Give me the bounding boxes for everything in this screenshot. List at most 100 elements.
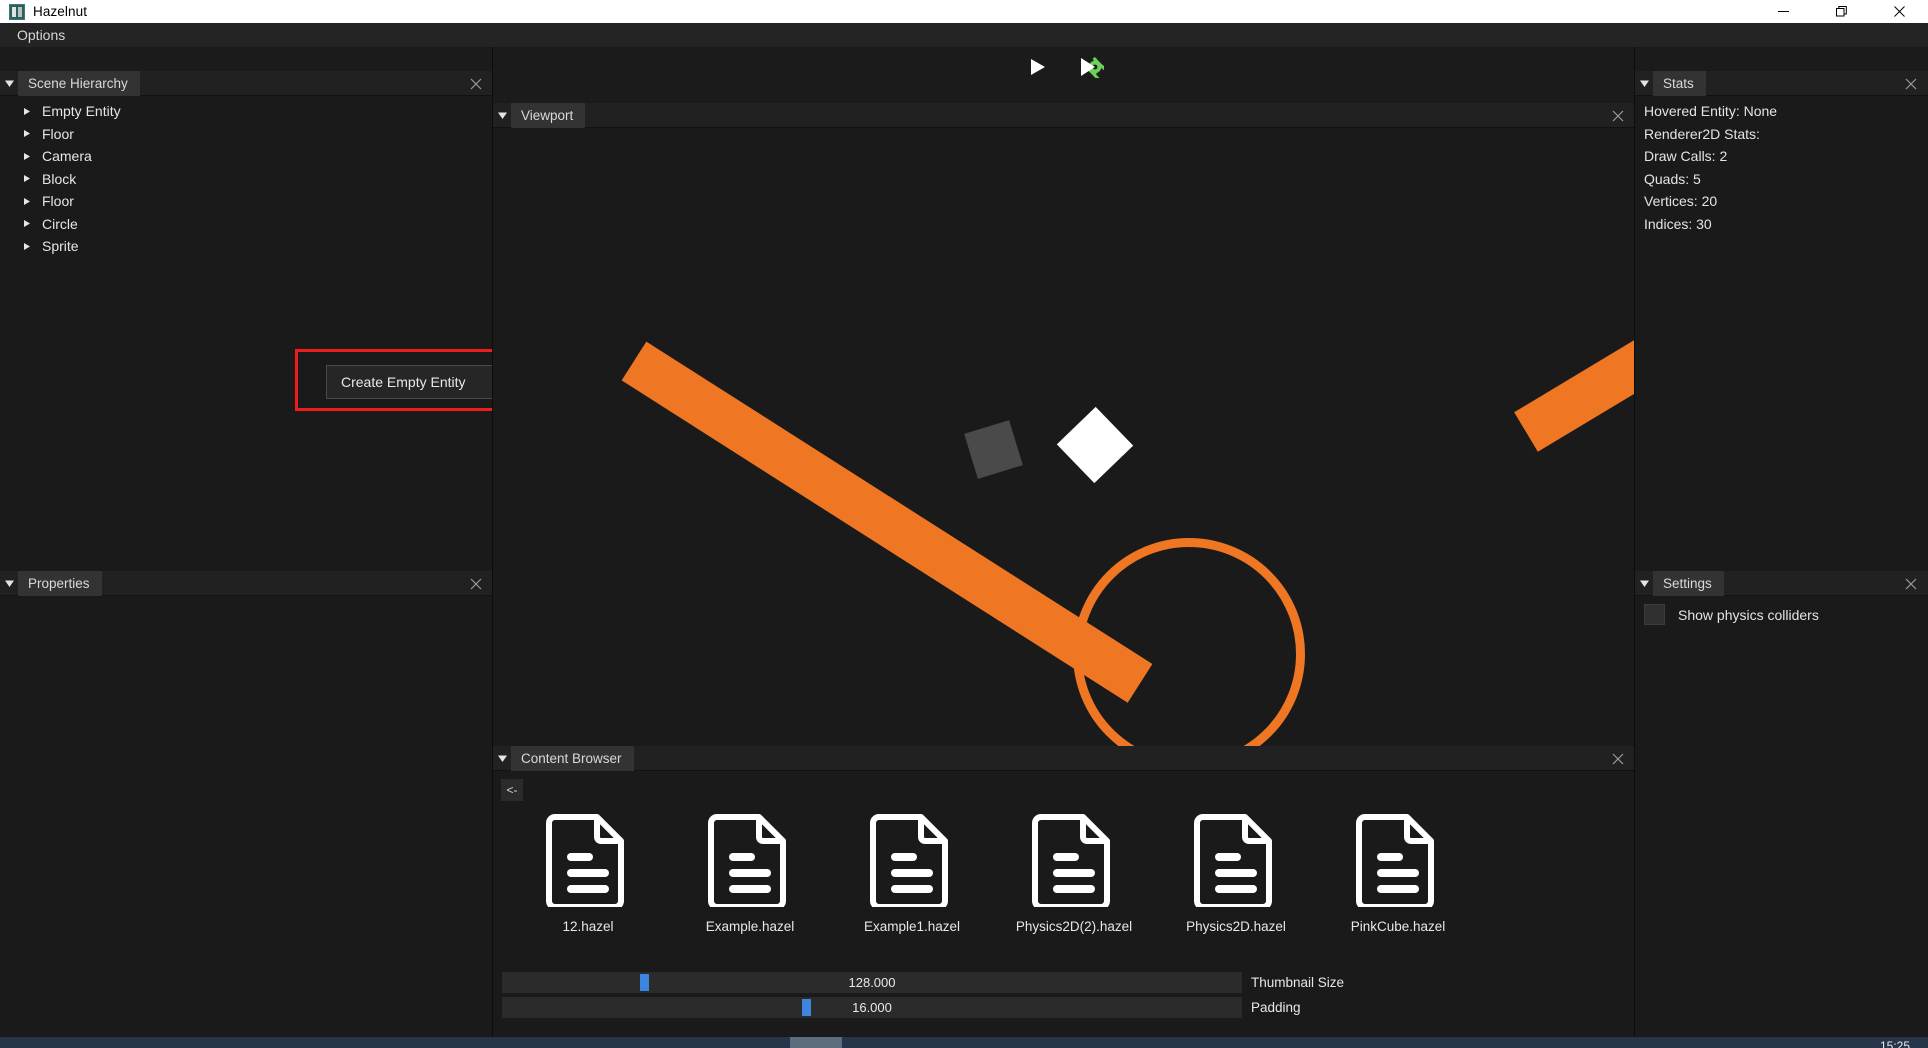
content-browser-toolbar: <- bbox=[493, 771, 1635, 801]
scene-object-block-dark bbox=[964, 420, 1023, 479]
content-browser-header: Content Browser bbox=[493, 745, 1635, 771]
expand-arrow-icon[interactable] bbox=[22, 129, 38, 138]
close-icon[interactable] bbox=[1609, 746, 1627, 771]
back-button[interactable]: <- bbox=[501, 779, 523, 801]
collapse-arrow-icon[interactable] bbox=[493, 103, 511, 128]
slider-handle[interactable] bbox=[639, 974, 649, 991]
dock-separator-right[interactable] bbox=[1634, 47, 1635, 1048]
expand-arrow-icon[interactable] bbox=[22, 219, 38, 228]
collapse-arrow-icon[interactable] bbox=[1635, 571, 1653, 596]
tab-properties[interactable]: Properties bbox=[18, 570, 102, 596]
tree-item[interactable]: Block bbox=[0, 168, 493, 191]
file-item[interactable]: Physics2D(2).hazel bbox=[993, 811, 1155, 934]
properties-header: Properties bbox=[0, 570, 493, 596]
expand-arrow-icon[interactable] bbox=[22, 174, 38, 183]
thumbnail-size-row: 128.000 Thumbnail Size bbox=[502, 972, 1626, 993]
scene-render-surface[interactable] bbox=[493, 128, 1635, 746]
file-name: Example.hazel bbox=[705, 919, 795, 934]
stat-quads: Quads: 5 bbox=[1644, 170, 1701, 187]
slider-handle[interactable] bbox=[801, 999, 811, 1016]
show-physics-colliders-row[interactable]: Show physics colliders bbox=[1635, 596, 1928, 625]
stats-list: Hovered Entity: None Renderer2D Stats: D… bbox=[1635, 96, 1928, 235]
file-icon bbox=[708, 814, 786, 907]
expand-arrow-icon[interactable] bbox=[22, 107, 38, 116]
app-icon bbox=[9, 3, 25, 20]
content-browser-body: <- 12.hazel Example.hazel Example1.hazel… bbox=[493, 771, 1635, 1048]
tree-item[interactable]: Circle bbox=[0, 213, 493, 236]
scene-object-floor-beam-left bbox=[621, 341, 1153, 703]
expand-arrow-icon[interactable] bbox=[22, 152, 38, 161]
padding-value: 16.000 bbox=[852, 1000, 892, 1015]
content-browser-panel: Content Browser <- 12.hazel Example.haze… bbox=[493, 745, 1635, 1048]
tab-content-browser[interactable]: Content Browser bbox=[511, 745, 634, 771]
stat-hovered-entity: Hovered Entity: None bbox=[1644, 103, 1778, 120]
tree-item[interactable]: Floor bbox=[0, 190, 493, 213]
tab-stats[interactable]: Stats bbox=[1653, 70, 1706, 96]
window-title: Hazelnut bbox=[33, 4, 88, 19]
expand-arrow-icon[interactable] bbox=[22, 197, 38, 206]
scene-hierarchy-body: Empty Entity Floor Camera Block Floor Ci… bbox=[0, 96, 493, 579]
minimize-button[interactable] bbox=[1754, 0, 1812, 23]
dock-separator-left[interactable] bbox=[492, 47, 493, 1048]
tree-item-label: Floor bbox=[42, 125, 74, 142]
padding-slider[interactable]: 16.000 bbox=[502, 997, 1242, 1018]
scene-hierarchy-panel: Scene Hierarchy Empty Entity Floor Camer… bbox=[0, 70, 493, 579]
file-grid: 12.hazel Example.hazel Example1.hazel Ph… bbox=[493, 801, 1635, 934]
stat-renderer-heading: Renderer2D Stats: bbox=[1644, 125, 1760, 142]
file-icon bbox=[1356, 814, 1434, 907]
stats-panel: Stats Hovered Entity: None Renderer2D St… bbox=[1635, 70, 1928, 579]
tree-item[interactable]: Camera bbox=[0, 145, 493, 168]
thumbnail-size-slider[interactable]: 128.000 bbox=[502, 972, 1242, 993]
properties-body bbox=[0, 596, 493, 1048]
file-icon bbox=[1194, 814, 1272, 907]
thumbnail-size-label: Thumbnail Size bbox=[1251, 975, 1345, 990]
settings-body: Show physics colliders bbox=[1635, 596, 1928, 1048]
stat-draw-calls: Draw Calls: 2 bbox=[1644, 148, 1728, 165]
file-item[interactable]: Physics2D.hazel bbox=[1155, 811, 1317, 934]
properties-panel: Properties bbox=[0, 570, 493, 1048]
tree-item[interactable]: Floor bbox=[0, 123, 493, 146]
file-item[interactable]: PinkCube.hazel bbox=[1317, 811, 1479, 934]
file-name: Physics2D(2).hazel bbox=[1015, 919, 1133, 934]
tree-item[interactable]: Empty Entity bbox=[0, 100, 493, 123]
collapse-arrow-icon[interactable] bbox=[493, 746, 511, 771]
tree-item[interactable]: Sprite bbox=[0, 235, 493, 258]
viewport-panel: Viewport bbox=[493, 102, 1635, 746]
close-icon[interactable] bbox=[1609, 103, 1627, 128]
show-physics-colliders-checkbox[interactable] bbox=[1644, 604, 1665, 625]
menu-options[interactable]: Options bbox=[7, 25, 75, 45]
file-item[interactable]: 12.hazel bbox=[507, 811, 669, 934]
file-icon bbox=[1032, 814, 1110, 907]
file-icon bbox=[870, 814, 948, 907]
menu-item-create-empty-entity[interactable]: Create Empty Entity bbox=[327, 374, 466, 390]
collapse-arrow-icon[interactable] bbox=[0, 71, 18, 96]
scene-context-menu[interactable]: Create Empty Entity bbox=[326, 365, 506, 399]
tab-viewport[interactable]: Viewport bbox=[511, 102, 586, 128]
close-icon[interactable] bbox=[1902, 71, 1920, 96]
file-item[interactable]: Example.hazel bbox=[669, 811, 831, 934]
viewport-body[interactable] bbox=[493, 128, 1635, 746]
padding-label: Padding bbox=[1251, 1000, 1301, 1015]
os-taskbar: 15:25 bbox=[0, 1037, 1928, 1048]
tab-settings[interactable]: Settings bbox=[1653, 570, 1724, 596]
play-button[interactable] bbox=[1020, 52, 1054, 82]
close-icon[interactable] bbox=[467, 71, 485, 96]
taskbar-active-item[interactable] bbox=[790, 1037, 842, 1048]
file-item[interactable]: Example1.hazel bbox=[831, 811, 993, 934]
simulate-physics-button[interactable] bbox=[1074, 52, 1108, 82]
tab-scene-hierarchy[interactable]: Scene Hierarchy bbox=[18, 70, 140, 96]
hazelnut-editor-window: Hazelnut Options Scene Hierarchy Empty E… bbox=[0, 0, 1928, 1048]
collapse-arrow-icon[interactable] bbox=[0, 571, 18, 596]
close-icon[interactable] bbox=[467, 571, 485, 596]
show-physics-colliders-label: Show physics colliders bbox=[1678, 606, 1819, 623]
file-name: Physics2D.hazel bbox=[1186, 919, 1286, 934]
maximize-button[interactable] bbox=[1812, 0, 1870, 23]
settings-panel: Settings Show physics colliders bbox=[1635, 570, 1928, 1048]
close-icon[interactable] bbox=[1902, 571, 1920, 596]
expand-arrow-icon[interactable] bbox=[22, 242, 38, 251]
collapse-arrow-icon[interactable] bbox=[1635, 71, 1653, 96]
file-name: PinkCube.hazel bbox=[1350, 919, 1446, 934]
padding-row: 16.000 Padding bbox=[502, 997, 1626, 1018]
close-button[interactable] bbox=[1870, 0, 1928, 23]
stat-vertices: Vertices: 20 bbox=[1644, 193, 1718, 210]
